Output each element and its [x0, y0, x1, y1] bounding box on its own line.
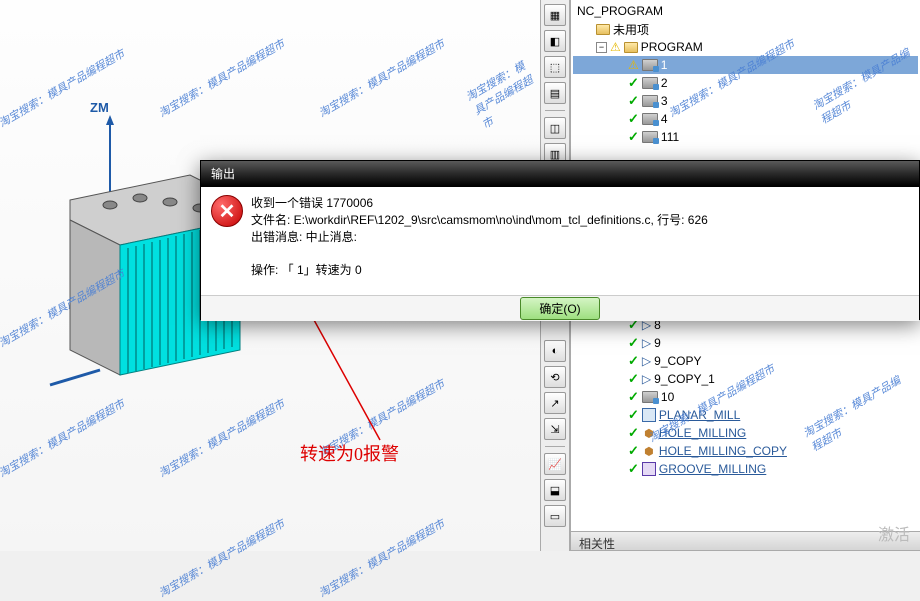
relativity-header[interactable]: 相关性: [571, 531, 920, 551]
tool-btn-4[interactable]: ▤: [544, 82, 566, 104]
warning-annotation: 转速为0报警: [300, 440, 399, 466]
tool-btn-10[interactable]: ⇲: [544, 418, 566, 440]
dialog-title[interactable]: 输出: [201, 161, 919, 187]
tree-item-1[interactable]: ⚠1: [573, 56, 918, 74]
check-icon: ✓: [628, 335, 639, 351]
tree-hole-milling[interactable]: ✓⬢HOLE_MILLING: [573, 424, 918, 442]
dialog-message: 收到一个错误 1770006 文件名: E:\workdir\REF\1202_…: [251, 195, 909, 287]
check-icon: ✓: [628, 129, 639, 145]
warn-icon: ⚠: [628, 58, 639, 72]
hole-icon: ⬢: [642, 426, 656, 440]
hole-icon: ⬢: [642, 444, 656, 458]
tool-btn-8[interactable]: ⟲: [544, 366, 566, 388]
ok-button[interactable]: 确定(O): [520, 297, 599, 320]
tool-btn-11[interactable]: 📈: [544, 453, 566, 475]
tree-op-9[interactable]: ✓▷9: [573, 334, 918, 352]
watermark: 淘宝搜索：模具产品编程超市: [463, 56, 548, 133]
check-icon: ✓: [628, 407, 639, 423]
op-icon: [642, 77, 658, 89]
check-icon: ✓: [628, 425, 639, 441]
check-icon: ✓: [628, 389, 639, 405]
watermark: 淘宝搜索：模具产品编程超市: [316, 35, 448, 120]
watermark: 淘宝搜索：模具产品编程超市: [156, 395, 288, 480]
tree-op-9copy[interactable]: ✓▷9_COPY: [573, 352, 918, 370]
watermark: 淘宝搜索：模具产品编程超市: [0, 395, 127, 480]
mill-icon: [642, 408, 656, 422]
tree-op-9copy1[interactable]: ✓▷9_COPY_1: [573, 370, 918, 388]
tool-btn-3[interactable]: ⬚: [544, 56, 566, 78]
error-dialog: 输出 ✕ 收到一个错误 1770006 文件名: E:\workdir\REF\…: [200, 160, 920, 320]
folder-icon: [596, 24, 610, 35]
warn-icon: ⚠: [610, 40, 621, 54]
tool-btn-9[interactable]: ↗: [544, 392, 566, 414]
tree-unused[interactable]: 未用项: [573, 20, 918, 38]
watermark: 淘宝搜索：模具产品编程超市: [156, 35, 288, 120]
check-icon: ✓: [628, 443, 639, 459]
axis-z-label: ZM: [90, 100, 109, 115]
tree-item-111[interactable]: ✓111: [573, 128, 918, 146]
tree-item-3[interactable]: ✓3: [573, 92, 918, 110]
tree-item-4[interactable]: ✓4: [573, 110, 918, 128]
tree-planar-mill[interactable]: ✓PLANAR_MILL: [573, 406, 918, 424]
watermark: 淘宝搜索：模具产品编程超市: [316, 515, 448, 600]
op-icon: [642, 113, 658, 125]
folder-icon: [624, 42, 638, 53]
op-icon: [642, 131, 658, 143]
op-icon: [642, 391, 658, 403]
groove-icon: [642, 462, 656, 476]
watermark: 淘宝搜索：模具产品编程超市: [156, 515, 288, 600]
tree-hole-milling-copy[interactable]: ✓⬢HOLE_MILLING_COPY: [573, 442, 918, 460]
check-icon: ✓: [628, 75, 639, 91]
tree-program[interactable]: −⚠PROGRAM: [573, 38, 918, 56]
tree-op-10[interactable]: ✓10: [573, 388, 918, 406]
tree-item-2[interactable]: ✓2: [573, 74, 918, 92]
activate-windows: 激活: [878, 521, 910, 545]
expander-icon[interactable]: −: [596, 42, 607, 53]
op-icon: [642, 59, 658, 71]
check-icon: ✓: [628, 461, 639, 477]
check-icon: ✓: [628, 111, 639, 127]
error-icon: ✕: [211, 195, 251, 287]
tool-btn-12[interactable]: ⬓: [544, 479, 566, 501]
check-icon: ✓: [628, 371, 639, 387]
op-icon: [642, 95, 658, 107]
tool-btn-13[interactable]: ▭: [544, 505, 566, 527]
tool-btn-1[interactable]: ▦: [544, 4, 566, 26]
tool-btn-7[interactable]: ◐: [544, 340, 566, 362]
tool-btn-2[interactable]: ◧: [544, 30, 566, 52]
tree-root[interactable]: NC_PROGRAM: [573, 2, 918, 20]
check-icon: ✓: [628, 353, 639, 369]
check-icon: ✓: [628, 93, 639, 109]
tree-groove-milling[interactable]: ✓GROOVE_MILLING: [573, 460, 918, 478]
tool-btn-5[interactable]: ◫: [544, 117, 566, 139]
